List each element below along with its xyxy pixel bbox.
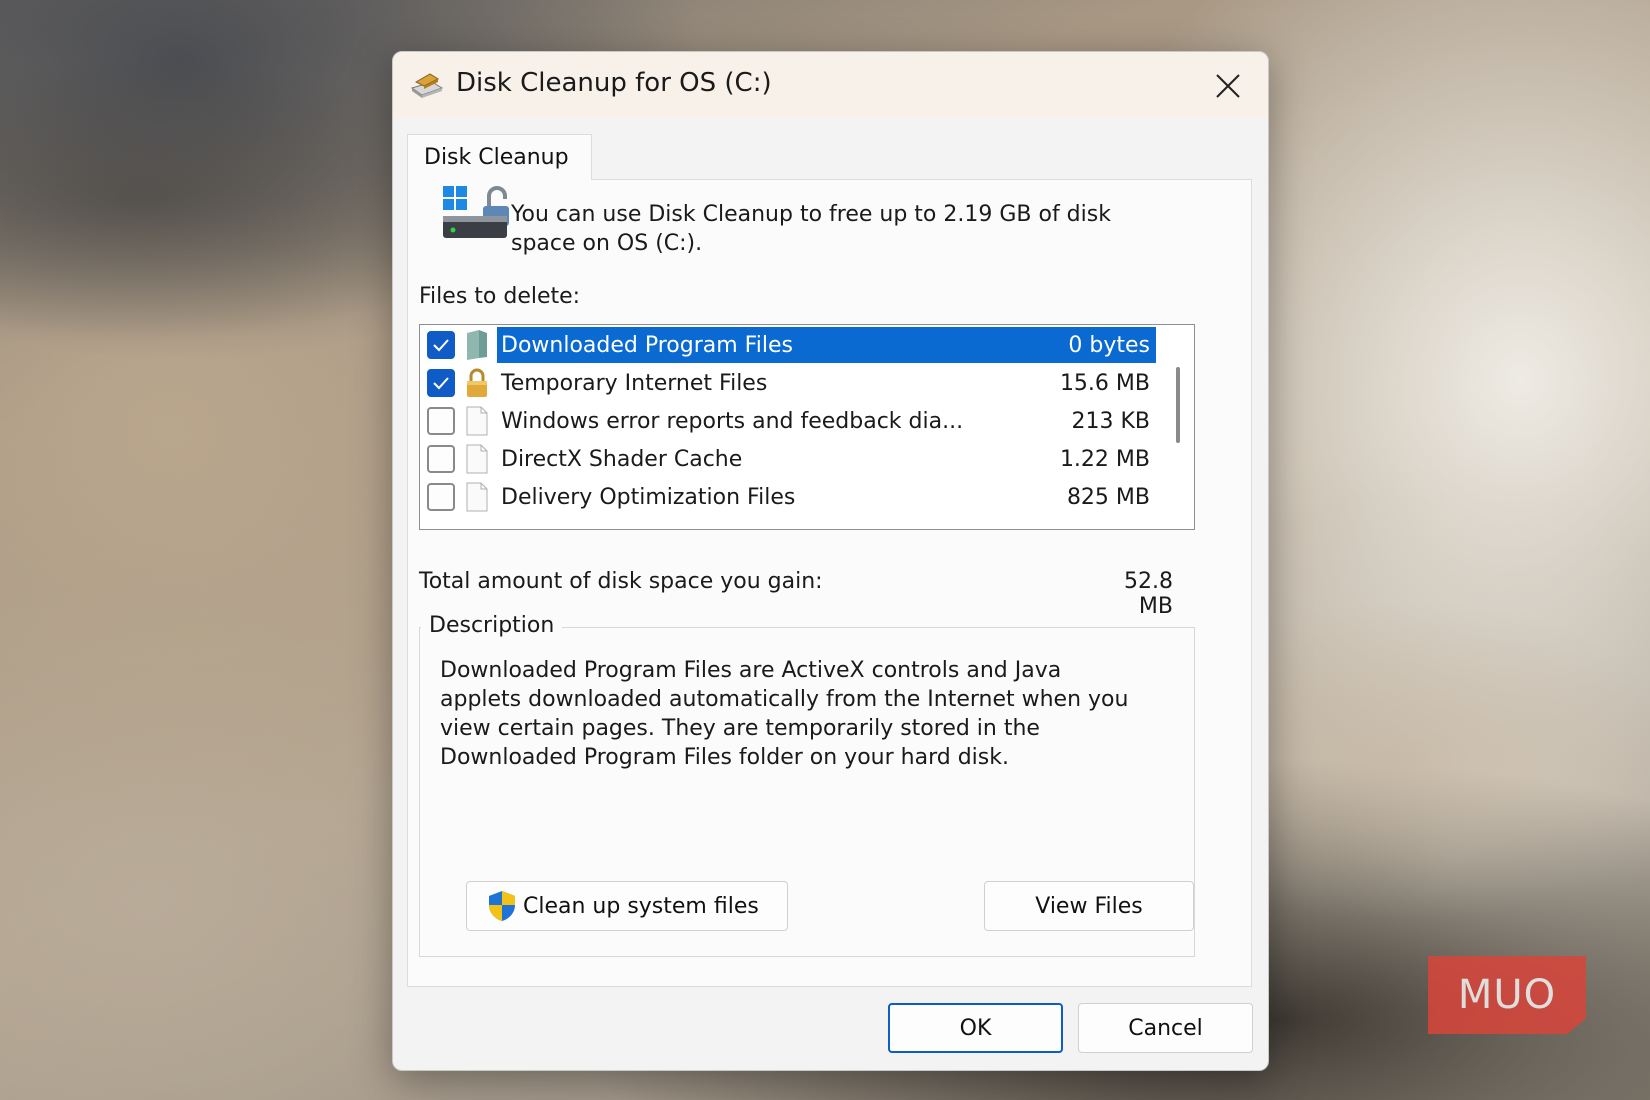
file-item[interactable]: Temporary Internet Files 15.6 MB [497, 365, 1156, 401]
file-icon [466, 406, 488, 436]
file-item[interactable]: Downloaded Program Files 0 bytes [497, 327, 1156, 363]
clean-up-system-files-label: Clean up system files [523, 893, 759, 919]
intro-text: You can use Disk Cleanup to free up to 2… [511, 202, 1111, 256]
checkbox[interactable] [427, 445, 455, 473]
file-size: 213 KB [1071, 408, 1150, 434]
checkbox[interactable] [427, 369, 455, 397]
title-bar[interactable]: Disk Cleanup for OS (C:) [393, 52, 1268, 118]
checkbox[interactable] [427, 407, 455, 435]
tab-label: Disk Cleanup [424, 145, 569, 170]
disk-space-gain-value: 52.8 MB [1124, 569, 1173, 619]
description-legend: Description [421, 613, 563, 638]
list-item[interactable]: Delivery Optimization Files 825 MB [424, 478, 1156, 516]
disk-space-gain-label: Total amount of disk space you gain: [419, 569, 823, 594]
ok-label: OK [959, 1015, 992, 1041]
drive-lock-icon [443, 186, 509, 238]
file-item[interactable]: Windows error reports and feedback dia..… [497, 403, 1156, 439]
files-to-delete-list[interactable]: Downloaded Program Files 0 bytes Tempora… [419, 324, 1195, 530]
watermark-text: MUO [1457, 972, 1557, 1018]
scrollbar-thumb[interactable] [1176, 367, 1180, 443]
view-files-button[interactable]: View Files [984, 881, 1194, 931]
files-to-delete-label: Files to delete: [419, 284, 581, 309]
dialog-title: Disk Cleanup for OS (C:) [456, 68, 772, 98]
cancel-label: Cancel [1128, 1015, 1203, 1041]
clean-up-system-files-button[interactable]: Clean up system files [466, 881, 788, 931]
list-item[interactable]: Temporary Internet Files 15.6 MB [424, 364, 1156, 402]
lock-icon [467, 368, 487, 397]
description-text: Downloaded Program Files are ActiveX con… [440, 658, 1129, 770]
file-size: 15.6 MB [1059, 370, 1150, 396]
file-item[interactable]: DirectX Shader Cache 1.22 MB [497, 441, 1156, 477]
ok-button[interactable]: OK [888, 1003, 1063, 1053]
close-button[interactable] [1208, 66, 1248, 106]
file-icon [466, 482, 488, 512]
list-item[interactable]: Windows error reports and feedback dia..… [424, 402, 1156, 440]
file-name: Delivery Optimization Files [501, 484, 796, 510]
file-size: 825 MB [1066, 484, 1150, 510]
file-size: 0 bytes [1068, 332, 1150, 358]
checkmark-icon [433, 339, 449, 352]
folder-icon [467, 330, 487, 360]
file-item[interactable]: Delivery Optimization Files 825 MB [497, 479, 1156, 515]
list-item[interactable]: Downloaded Program Files 0 bytes [424, 326, 1156, 364]
list-item[interactable]: DirectX Shader Cache 1.22 MB [424, 440, 1156, 478]
file-name: Windows error reports and feedback dia..… [501, 408, 964, 434]
file-name: Downloaded Program Files [501, 332, 793, 358]
muo-watermark-logo: MUO [1428, 956, 1586, 1034]
disk-cleanup-app-icon [410, 73, 444, 98]
disk-cleanup-dialog: Disk Cleanup for OS (C:) Disk Cleanup Yo… [392, 51, 1269, 1071]
close-icon [1216, 74, 1240, 98]
checkbox[interactable] [427, 483, 455, 511]
view-files-label: View Files [1035, 893, 1143, 919]
checkmark-icon [433, 377, 449, 390]
shield-icon [489, 891, 515, 921]
file-icon [466, 444, 488, 474]
file-name: DirectX Shader Cache [501, 446, 743, 472]
cancel-button[interactable]: Cancel [1078, 1003, 1253, 1053]
checkbox[interactable] [427, 331, 455, 359]
tab-disk-cleanup[interactable]: Disk Cleanup [407, 134, 592, 180]
file-size: 1.22 MB [1059, 446, 1150, 472]
file-name: Temporary Internet Files [501, 370, 768, 396]
